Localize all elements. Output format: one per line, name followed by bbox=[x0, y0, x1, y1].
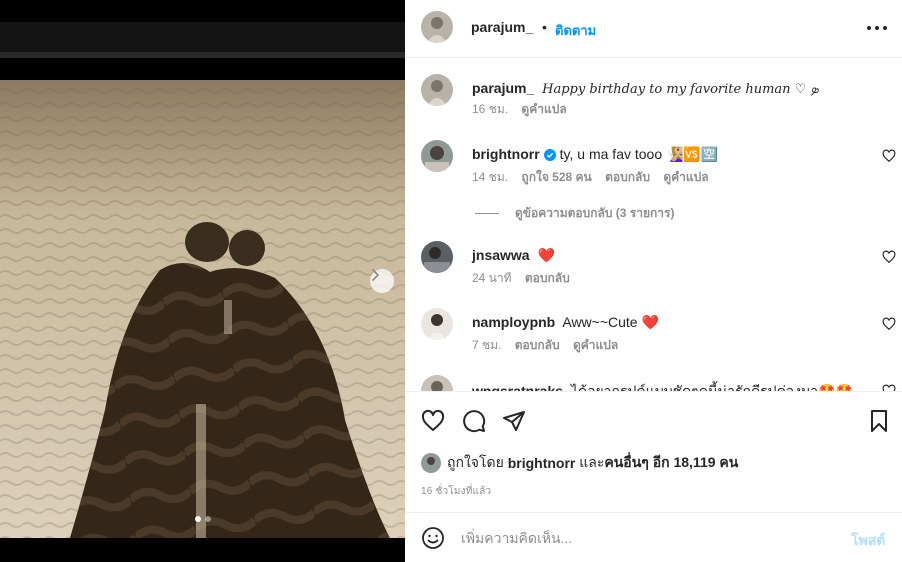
more-horizontal-icon bbox=[867, 26, 871, 30]
post-side-panel: parajum_ • ติดตาม parajum_ Happy birthda… bbox=[405, 0, 902, 562]
commenter-avatar[interactable] bbox=[421, 308, 453, 340]
comments-list[interactable]: parajum_ Happy birthday to my favorite h… bbox=[405, 58, 902, 391]
like-heart-icon[interactable] bbox=[421, 409, 445, 433]
verified-badge-icon bbox=[543, 149, 556, 161]
emoji-smiley-icon[interactable] bbox=[421, 526, 445, 550]
chevron-right-icon bbox=[372, 269, 379, 281]
comment-text: ty, u ma fav tooo 🧏🏼‍♀️🆚🈳 bbox=[559, 146, 719, 162]
comment-time[interactable]: 24 นาที bbox=[472, 271, 512, 285]
comment-reply-link[interactable]: ตอบกลับ bbox=[525, 271, 570, 285]
author-username[interactable]: parajum_ bbox=[471, 19, 533, 35]
liked-by-and: และ bbox=[579, 454, 605, 470]
beach-shadow-photo bbox=[0, 0, 405, 562]
post-image[interactable] bbox=[0, 0, 405, 562]
like-comment-heart-icon[interactable] bbox=[882, 384, 896, 391]
caption-username[interactable]: parajum_ bbox=[472, 80, 534, 96]
caption-avatar[interactable] bbox=[421, 74, 453, 106]
liked-by-user[interactable]: brightnorr bbox=[508, 455, 576, 471]
comment-bubble-icon[interactable] bbox=[462, 409, 486, 433]
comment-translate-link[interactable]: ดูคำแปล bbox=[573, 338, 618, 352]
separator-dot: • bbox=[542, 19, 547, 35]
post-header: parajum_ • ติดตาม bbox=[405, 0, 902, 58]
comment-reply-link[interactable]: ตอบกลับ bbox=[515, 338, 560, 352]
caption-translate-link[interactable]: ดูคำแปล bbox=[521, 102, 566, 116]
post-actions: ถูกใจโดย brightnorr และ คนอื่นๆ อีก 18,11… bbox=[405, 391, 902, 512]
comment-time[interactable]: 7 ชม. bbox=[472, 338, 501, 352]
comment-username[interactable]: namploypnb bbox=[472, 314, 555, 330]
commenter-avatar[interactable] bbox=[421, 241, 453, 273]
carousel-indicator bbox=[0, 516, 405, 522]
commenter-avatar[interactable] bbox=[421, 140, 453, 172]
post-timestamp[interactable]: 16 ชั่วโมงที่แล้ว bbox=[421, 484, 491, 499]
comment-input[interactable] bbox=[461, 527, 841, 549]
carousel-next-button[interactable] bbox=[370, 269, 394, 293]
comment-username[interactable]: wngsratnraks bbox=[472, 383, 563, 391]
comment-username[interactable]: brightnorr bbox=[472, 146, 540, 162]
liked-by-summary[interactable]: ถูกใจโดย brightnorr และ คนอื่นๆ อีก 18,11… bbox=[421, 452, 738, 474]
comment-text: Aww~~Cute ❤️ bbox=[562, 314, 659, 330]
comment-text: ได้อยากรปค์แบบชัดๆคนี้น่ารักดีรปค่จงมา🤩🤩 bbox=[570, 383, 853, 391]
liker-avatar[interactable] bbox=[421, 453, 441, 473]
view-replies-button[interactable]: ดูข้อความตอบกลับ (3 รายการ) bbox=[475, 204, 674, 223]
like-comment-heart-icon[interactable] bbox=[882, 149, 896, 163]
follow-button[interactable]: ติดตาม bbox=[555, 20, 596, 41]
post-comment-button[interactable]: โพสต์ bbox=[851, 530, 885, 552]
like-comment-heart-icon[interactable] bbox=[882, 250, 896, 264]
comment-text: ❤️ bbox=[537, 247, 555, 263]
commenter-avatar[interactable] bbox=[421, 375, 453, 391]
comment-time[interactable]: 14 ชม. bbox=[472, 170, 508, 184]
liked-by-prefix: ถูกใจโดย bbox=[447, 454, 504, 470]
like-comment-heart-icon[interactable] bbox=[882, 317, 896, 331]
carousel-dot-active bbox=[194, 516, 201, 522]
replies-divider bbox=[475, 213, 499, 214]
comment-username[interactable]: jnsawwa bbox=[472, 247, 530, 263]
author-avatar[interactable] bbox=[421, 11, 453, 43]
more-options-button[interactable] bbox=[867, 18, 887, 38]
add-comment-bar: โพสต์ bbox=[405, 512, 902, 562]
view-replies-label: ดูข้อความตอบกลับ (3 รายการ) bbox=[515, 206, 675, 220]
comment-reply-link[interactable]: ตอบกลับ bbox=[605, 170, 650, 184]
save-bookmark-icon[interactable] bbox=[867, 409, 891, 433]
comment-translate-link[interactable]: ดูคำแปล bbox=[663, 170, 708, 184]
carousel-dot bbox=[204, 516, 211, 522]
caption-time[interactable]: 16 ชม. bbox=[472, 102, 508, 116]
comment-likes-count[interactable]: ถูกใจ 528 คน bbox=[521, 170, 591, 184]
share-paper-plane-icon[interactable] bbox=[502, 409, 526, 433]
caption-text: Happy birthday to my favorite human ♡ ܤ bbox=[542, 82, 819, 97]
liked-by-others[interactable]: คนอื่นๆ อีก 18,119 คน bbox=[604, 452, 738, 474]
